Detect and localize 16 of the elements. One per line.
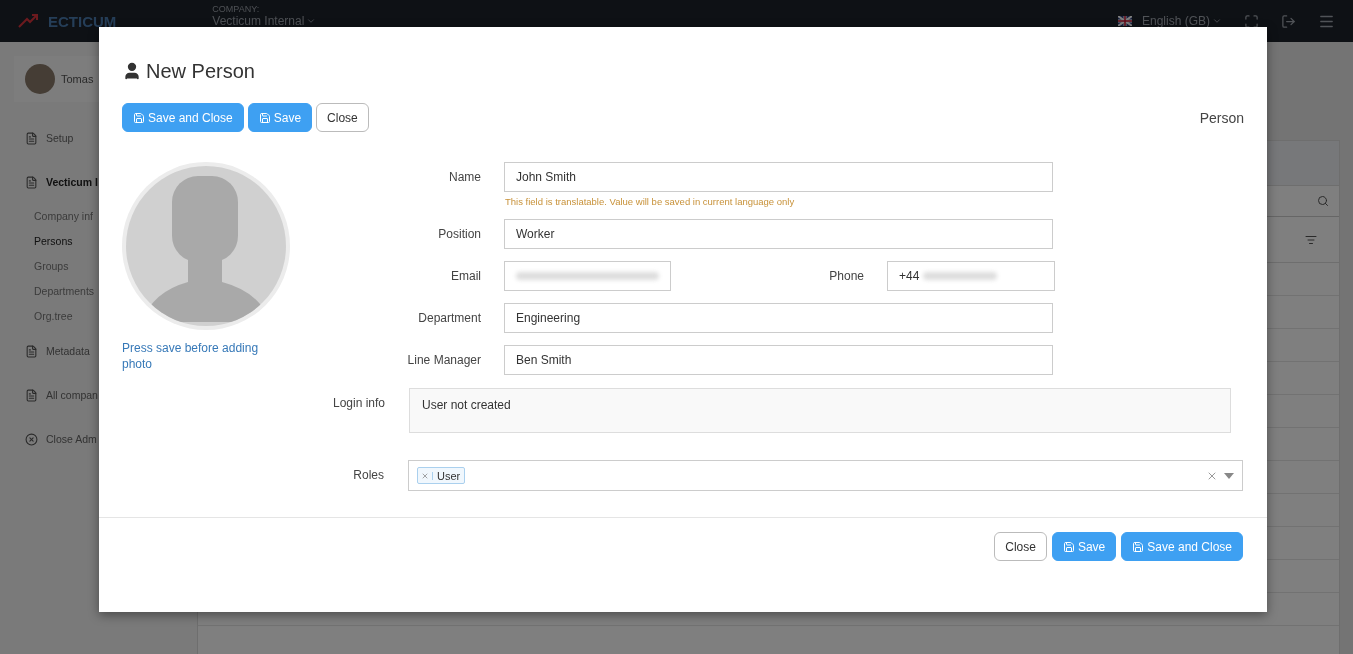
role-tag: User (417, 467, 466, 484)
field-label: Name (448, 169, 481, 186)
field-label: Line Manager (406, 352, 481, 369)
login-info-field: User not created (409, 388, 1231, 433)
dialog-title: New Person (146, 59, 255, 83)
field-label: Department (417, 310, 481, 327)
logo-text: ECTICUM (48, 12, 117, 30)
field-label: Email (450, 268, 481, 285)
field-label: Position (437, 226, 481, 243)
field-label: Phone (828, 268, 864, 285)
user-name: Tomas (61, 73, 94, 85)
field-label: Roles (352, 467, 384, 484)
company-label: COMPANY: (212, 4, 261, 14)
field-label: Login info (331, 395, 385, 412)
field-hint: This field is translatable. Value will be saved in current language only (505, 196, 796, 207)
entity-type: Person (1199, 109, 1244, 126)
